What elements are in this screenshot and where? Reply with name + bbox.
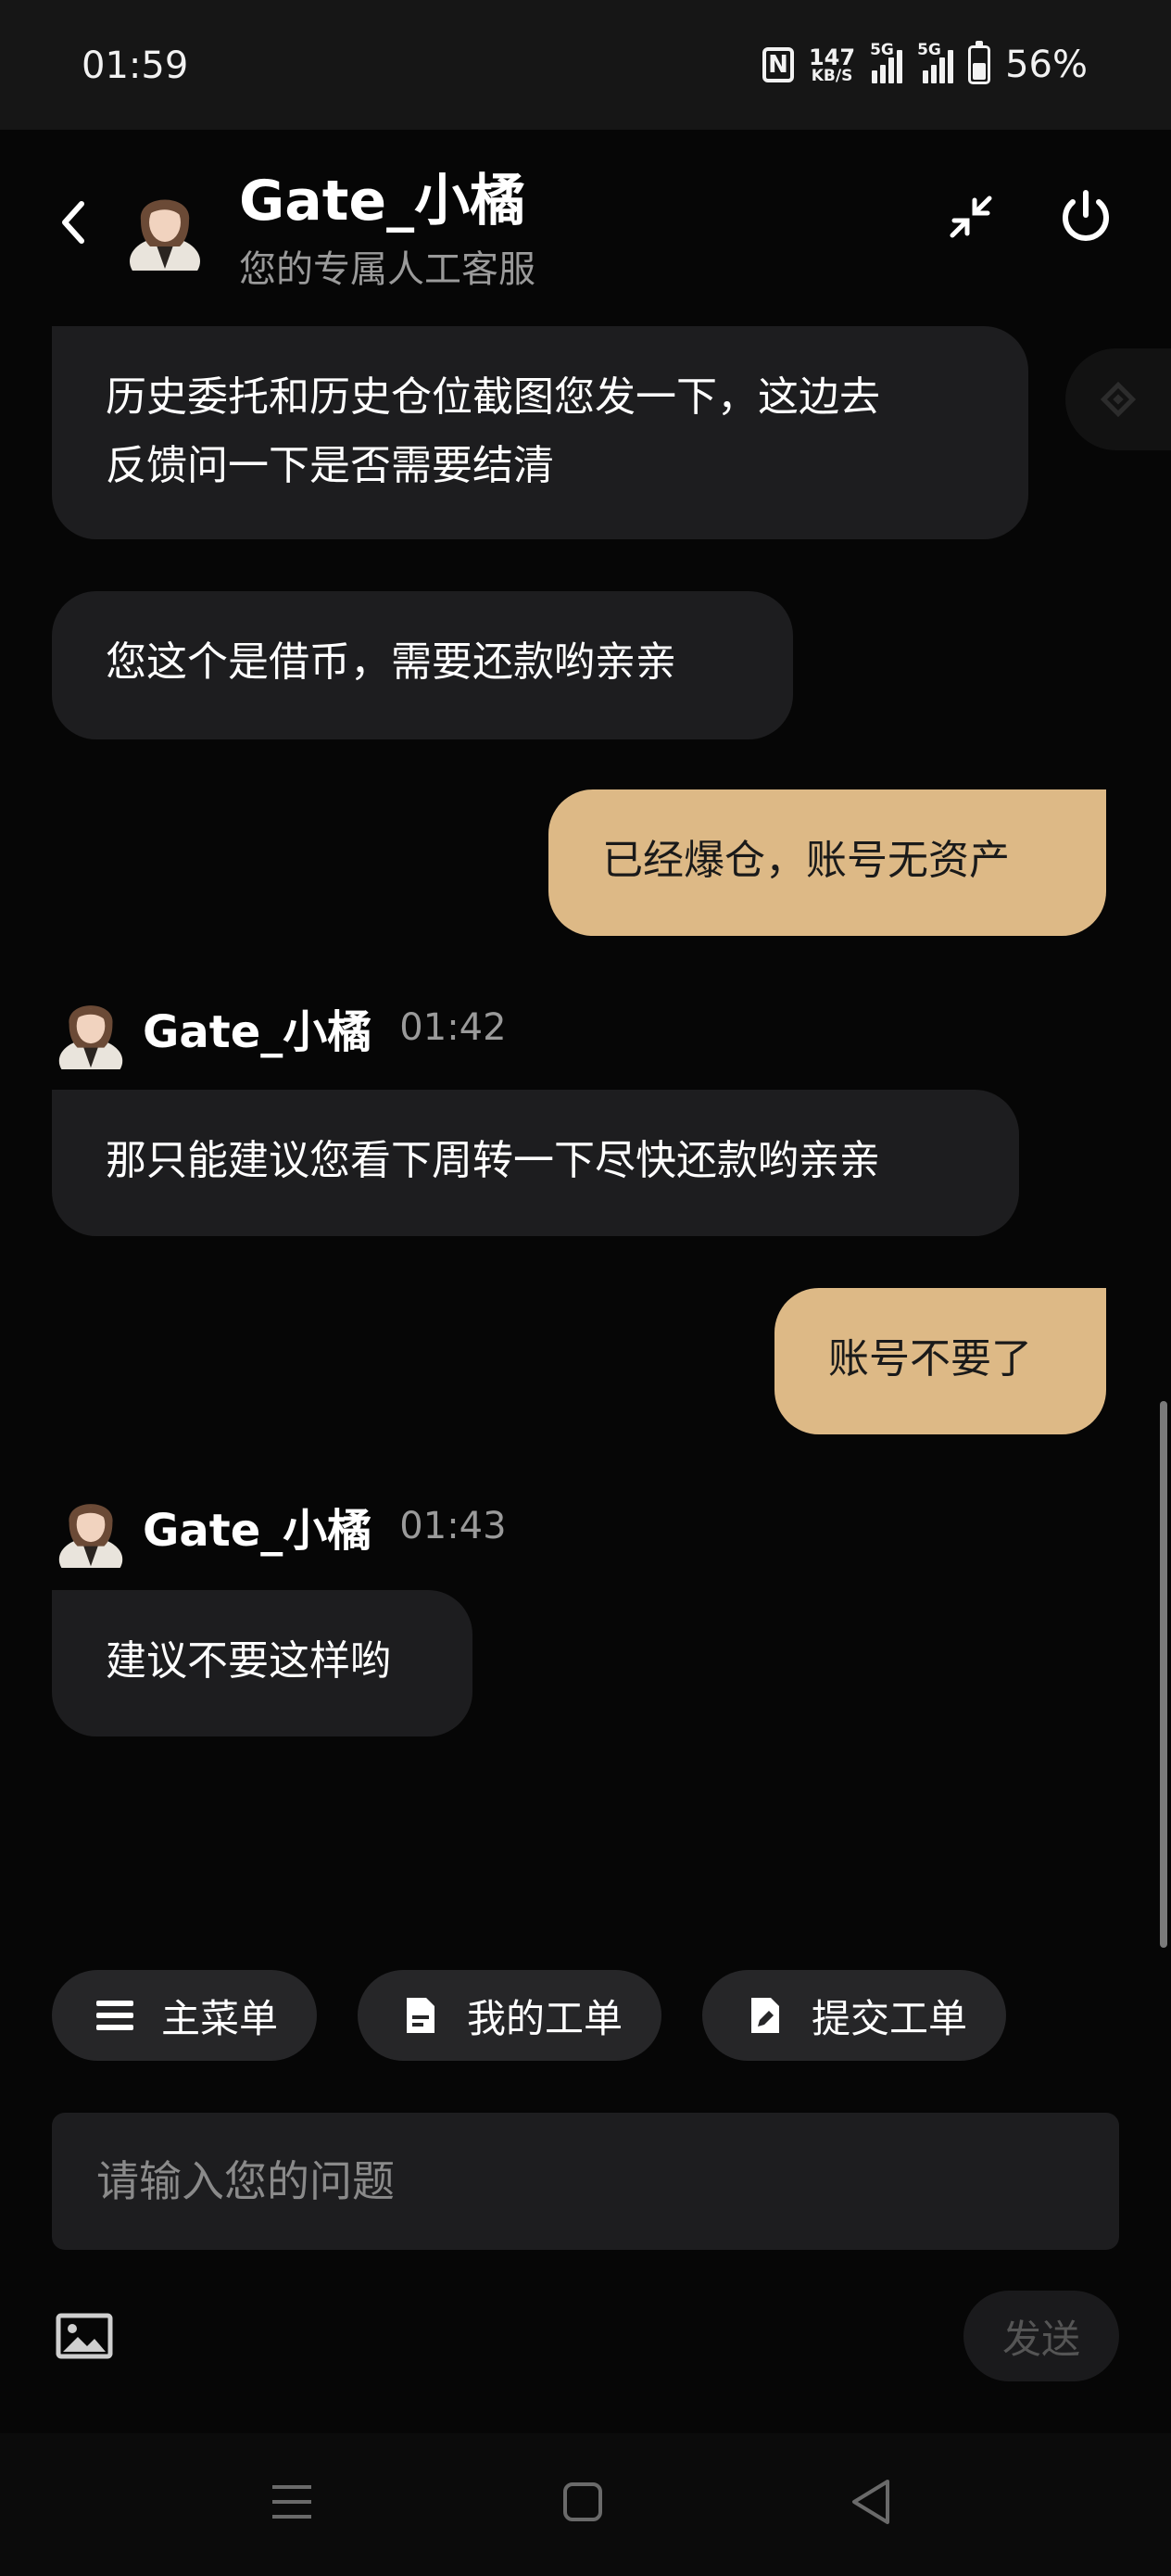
- status-bar: 01:59 N 147 KB/S 5G 5G 56%: [0, 0, 1171, 130]
- recent-apps-icon[interactable]: [271, 2481, 313, 2522]
- chat-header: Gate_小橘 您的专属人工客服: [0, 130, 1171, 324]
- status-time: 01:59: [82, 44, 189, 87]
- message-text: 已经爆仓，账号无资产: [602, 837, 1010, 884]
- back-nav-icon[interactable]: [849, 2478, 893, 2526]
- minimize-icon[interactable]: [941, 187, 1001, 246]
- power-icon[interactable]: [1056, 187, 1115, 246]
- status-icons: N 147 KB/S 5G 5G 56%: [762, 41, 1088, 89]
- sim1-label: 5G: [870, 41, 894, 59]
- sender-row: Gate_小橘 01:43: [57, 1484, 507, 1568]
- sender-row: Gate_小橘 01:42: [57, 986, 507, 1069]
- nfc-icon: N: [762, 47, 794, 82]
- message-time: 01:43: [399, 1505, 507, 1547]
- message-bubble-agent: 您这个是借币，需要还款哟亲亲: [52, 591, 793, 739]
- agent-avatar: [58, 1504, 123, 1568]
- edit-document-icon: [745, 1995, 786, 2036]
- sender-name: Gate_小橘: [143, 1006, 372, 1058]
- message-line: 历史委托和历史仓位截图您发一下，这边去: [106, 373, 880, 421]
- message-bubble-agent: 那只能建议您看下周转一下尽快还款哟亲亲: [52, 1090, 1019, 1236]
- image-upload-icon[interactable]: [56, 2313, 113, 2359]
- home-icon[interactable]: [562, 2481, 603, 2522]
- signal-sim2-icon: 5G: [917, 41, 954, 83]
- message-time: 01:42: [399, 1006, 507, 1049]
- signal-sim1-icon: 5G: [870, 41, 903, 83]
- message-text: 那只能建议您看下周转一下尽快还款哟亲亲: [106, 1137, 880, 1184]
- my-tickets-label: 我的工单: [467, 1995, 623, 2041]
- header-subtitle: 您的专属人工客服: [239, 248, 535, 291]
- header-title: Gate_小橘: [239, 169, 526, 234]
- system-nav-bar: [0, 2433, 1171, 2576]
- message-input[interactable]: [52, 2113, 1119, 2250]
- agent-avatar: [130, 199, 200, 271]
- message-bubble-agent: 历史委托和历史仓位截图您发一下，这边去 反馈问一下是否需要结清: [52, 326, 1028, 539]
- submit-ticket-label: 提交工单: [812, 1995, 968, 2041]
- agent-avatar: [58, 1005, 123, 1069]
- floating-assistant-button[interactable]: [1065, 348, 1171, 450]
- message-bubble-agent: 建议不要这样哟: [52, 1590, 472, 1736]
- network-speed-value: 147: [808, 44, 856, 70]
- main-menu-label: 主菜单: [161, 1995, 279, 2041]
- diamond-logo-icon: [1100, 381, 1137, 418]
- battery-percent: 56%: [1005, 44, 1088, 86]
- send-button[interactable]: 发送: [963, 2291, 1119, 2381]
- network-speed: 147 KB/S: [809, 46, 855, 84]
- sender-name: Gate_小橘: [143, 1505, 372, 1557]
- message-text: 建议不要这样哟: [106, 1637, 391, 1685]
- message-bubble-user: 账号不要了: [774, 1288, 1106, 1434]
- message-text: 账号不要了: [828, 1335, 1032, 1383]
- scrollbar[interactable]: [1160, 1401, 1167, 1948]
- document-icon: [400, 1995, 441, 2036]
- message-line: 反馈问一下是否需要结清: [106, 442, 554, 489]
- menu-icon: [94, 1995, 135, 2036]
- battery-icon: [968, 41, 991, 84]
- message-bubble-user: 已经爆仓，账号无资产: [548, 789, 1106, 936]
- my-tickets-button[interactable]: 我的工单: [358, 1970, 661, 2061]
- chevron-left-icon: [62, 201, 84, 244]
- back-button[interactable]: [54, 195, 91, 250]
- submit-ticket-button[interactable]: 提交工单: [702, 1970, 1006, 2061]
- main-menu-button[interactable]: 主菜单: [52, 1970, 317, 2061]
- network-speed-unit: KB/S: [811, 66, 853, 85]
- sim2-label: 5G: [917, 41, 941, 59]
- message-text: 您这个是借币，需要还款哟亲亲: [106, 638, 676, 686]
